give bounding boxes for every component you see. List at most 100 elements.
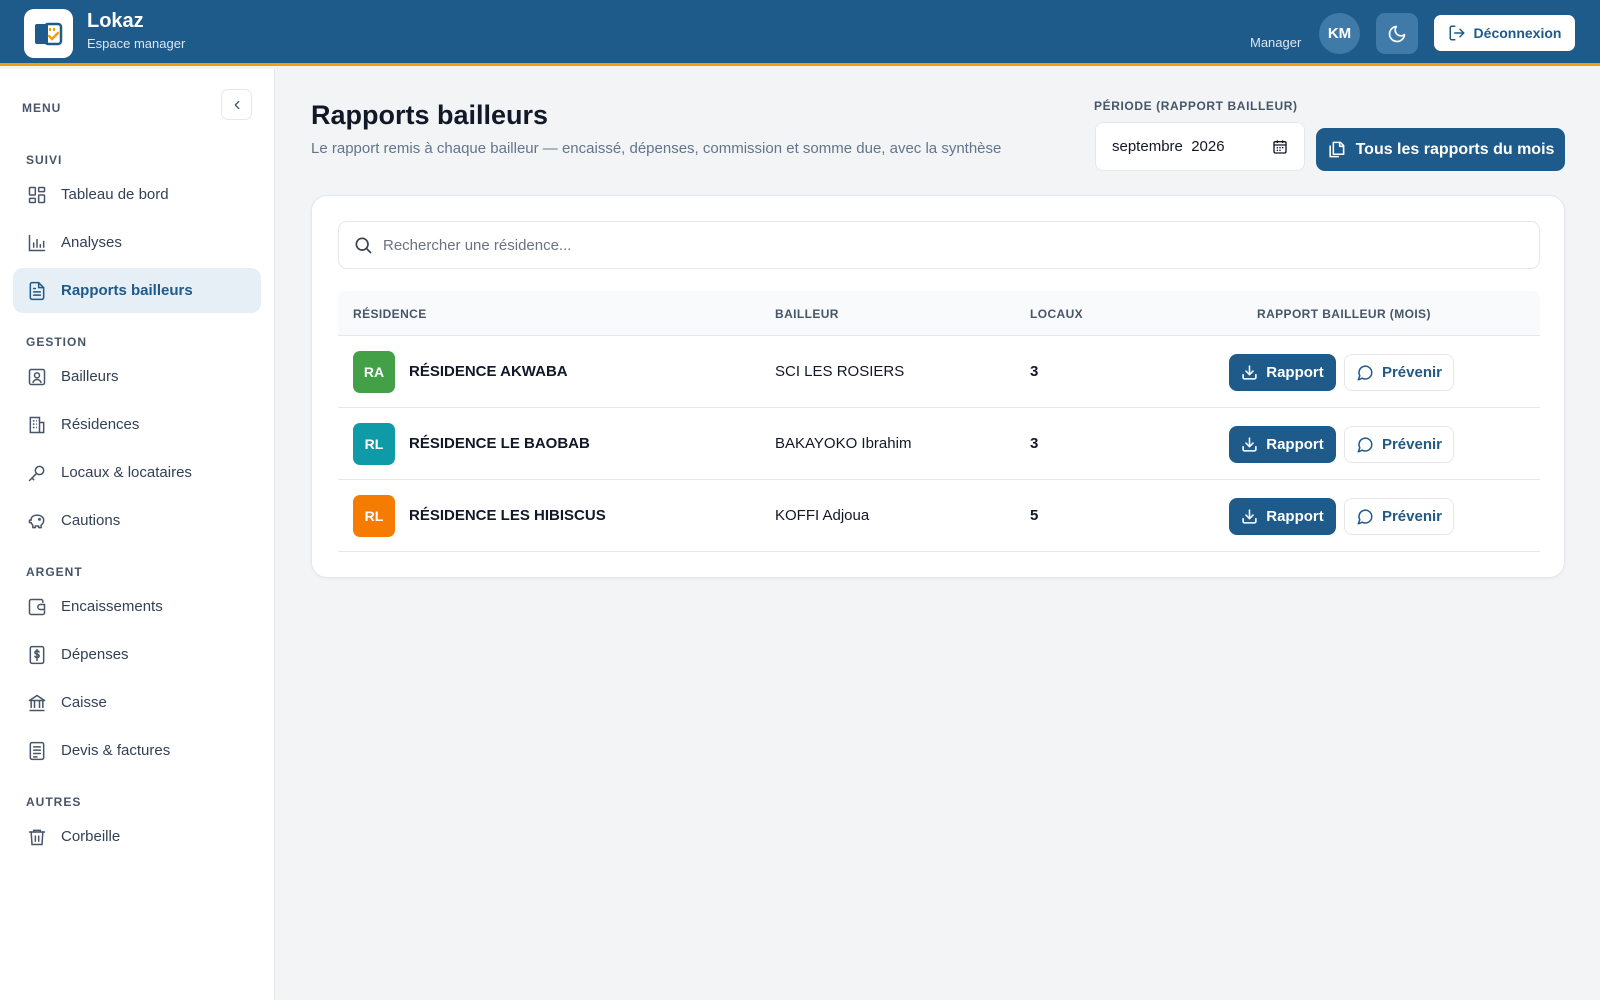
chart-icon	[28, 234, 46, 251]
sidebar-item-residences[interactable]: Résidences	[13, 402, 261, 447]
sidebar-item-dashboard[interactable]: Tableau de bord	[13, 172, 261, 217]
sidebar-item-bailleurs[interactable]: Bailleurs	[13, 354, 261, 399]
residence-name: RÉSIDENCE LES HIBISCUS	[409, 507, 606, 524]
receipt-dollar-icon	[29, 645, 45, 664]
search-input[interactable]	[383, 236, 1483, 254]
top-bar: Lokaz Espace manager Manager KM Déconnex…	[0, 0, 1600, 66]
table-row: RL RÉSIDENCE LES HIBISCUS KOFFI Adjoua 5…	[338, 480, 1540, 552]
sidebar-item-label: Devis & factures	[61, 742, 171, 759]
residence-initials-badge: RL	[353, 495, 395, 537]
reports-card: RÉSIDENCE BAILLEUR LOCAUX RAPPORT BAILLE…	[311, 195, 1565, 578]
notify-button[interactable]: Prévenir	[1344, 426, 1454, 463]
search-icon	[355, 237, 372, 254]
section-title-gestion: GESTION	[26, 335, 88, 349]
report-label: Rapport	[1266, 364, 1324, 381]
message-icon	[1357, 364, 1373, 380]
moon-icon	[1388, 25, 1406, 42]
notify-button[interactable]: Prévenir	[1344, 498, 1454, 535]
download-icon	[1242, 437, 1257, 452]
notify-label: Prévenir	[1381, 508, 1443, 525]
all-reports-button[interactable]: Tous les rapports du mois	[1316, 128, 1565, 171]
key-icon	[28, 465, 45, 481]
units-count: 5	[1030, 507, 1039, 524]
download-icon	[1242, 509, 1257, 524]
residence-initials-badge: RA	[353, 351, 395, 393]
document-icon	[29, 281, 45, 300]
owner-name: SCI LES ROSIERS	[775, 363, 905, 380]
download-report-button[interactable]: Rapport	[1229, 354, 1336, 391]
invoice-icon	[29, 741, 45, 760]
logout-button[interactable]: Déconnexion	[1434, 15, 1575, 51]
section-title-suivi: SUIVI	[26, 153, 63, 167]
column-header-rapport: RAPPORT BAILLEUR (MOIS)	[1257, 307, 1431, 321]
notify-button[interactable]: Prévenir	[1344, 354, 1454, 391]
sidebar-item-encaissements[interactable]: Encaissements	[13, 584, 261, 629]
owner-name: KOFFI Adjoua	[775, 507, 870, 524]
building-icon	[29, 416, 45, 433]
sidebar-item-analyses[interactable]: Analyses	[13, 220, 261, 265]
chevron-left-icon	[234, 100, 239, 109]
sidebar-item-label: Résidences	[61, 416, 140, 433]
sidebar-item-label: Tableau de bord	[61, 186, 169, 203]
sidebar-item-label: Dépenses	[61, 646, 129, 663]
logout-icon	[1449, 25, 1465, 41]
message-icon	[1357, 508, 1373, 524]
avatar[interactable]: KM	[1319, 13, 1360, 54]
report-label: Rapport	[1266, 436, 1324, 453]
sidebar: MENU SUIVI Tableau de bord Analyses Rapp…	[0, 69, 275, 1000]
page-subtitle: Le rapport remis à chaque bailleur — enc…	[311, 140, 1002, 157]
collapse-sidebar-button[interactable]	[221, 89, 252, 120]
logo-icon	[34, 22, 62, 45]
logout-label: Déconnexion	[1473, 25, 1562, 41]
sidebar-item-rapports-bailleurs[interactable]: Rapports bailleurs	[13, 268, 261, 313]
app-subtitle: Espace manager	[87, 36, 186, 51]
sidebar-item-label: Caisse	[61, 694, 107, 711]
app-logo[interactable]	[24, 9, 73, 58]
piggy-bank-icon	[28, 513, 45, 528]
message-icon	[1357, 436, 1373, 452]
sidebar-item-devis-factures[interactable]: Devis & factures	[13, 728, 261, 773]
owner-name: BAKAYOKO Ibrahim	[775, 435, 912, 452]
bank-icon	[28, 694, 46, 711]
user-role: Manager	[1250, 35, 1302, 50]
period-month-picker[interactable]: septembre 2026	[1095, 122, 1305, 171]
sidebar-item-label: Bailleurs	[61, 368, 119, 385]
sidebar-item-depenses[interactable]: Dépenses	[13, 632, 261, 677]
trash-icon	[28, 829, 46, 845]
sidebar-item-locaux[interactable]: Locaux & locataires	[13, 450, 261, 495]
search-box[interactable]	[338, 221, 1540, 269]
page-title: Rapports bailleurs	[311, 100, 549, 130]
column-header-bailleur: BAILLEUR	[775, 307, 839, 321]
residence-initials-badge: RL	[353, 423, 395, 465]
section-title-argent: ARGENT	[26, 565, 83, 579]
sidebar-item-cautions[interactable]: Cautions	[13, 498, 261, 543]
brand: Lokaz Espace manager	[87, 10, 185, 51]
calendar-icon[interactable]	[1272, 139, 1288, 155]
sidebar-item-label: Corbeille	[61, 828, 121, 845]
sidebar-item-label: Encaissements	[61, 598, 163, 615]
period-value: septembre 2026	[1112, 138, 1225, 155]
dashboard-icon	[28, 186, 46, 203]
sidebar-item-corbeille[interactable]: Corbeille	[13, 814, 261, 859]
notify-label: Prévenir	[1381, 364, 1443, 381]
units-count: 3	[1030, 363, 1039, 380]
period-label: PÉRIODE (RAPPORT BAILLEUR)	[1094, 99, 1298, 113]
sidebar-item-label: Cautions	[61, 512, 121, 529]
download-icon	[1242, 365, 1257, 380]
sidebar-item-label: Analyses	[61, 234, 122, 251]
download-report-button[interactable]: Rapport	[1229, 498, 1336, 535]
column-header-residence: RÉSIDENCE	[353, 307, 427, 321]
theme-toggle-button[interactable]	[1376, 13, 1418, 54]
download-report-button[interactable]: Rapport	[1229, 426, 1336, 463]
all-reports-label: Tous les rapports du mois	[1355, 140, 1555, 158]
sidebar-item-label: Locaux & locataires	[61, 464, 192, 481]
app-name: Lokaz	[87, 10, 144, 32]
table-header: RÉSIDENCE BAILLEUR LOCAUX RAPPORT BAILLE…	[338, 291, 1540, 336]
residence-name: RÉSIDENCE AKWABA	[409, 363, 568, 380]
table-row: RA RÉSIDENCE AKWABA SCI LES ROSIERS 3 Ra…	[338, 336, 1540, 408]
sidebar-item-caisse[interactable]: Caisse	[13, 680, 261, 725]
notify-label: Prévenir	[1381, 436, 1443, 453]
menu-label: MENU	[22, 101, 62, 115]
sidebar-item-label: Rapports bailleurs	[61, 282, 193, 299]
units-count: 3	[1030, 435, 1039, 452]
